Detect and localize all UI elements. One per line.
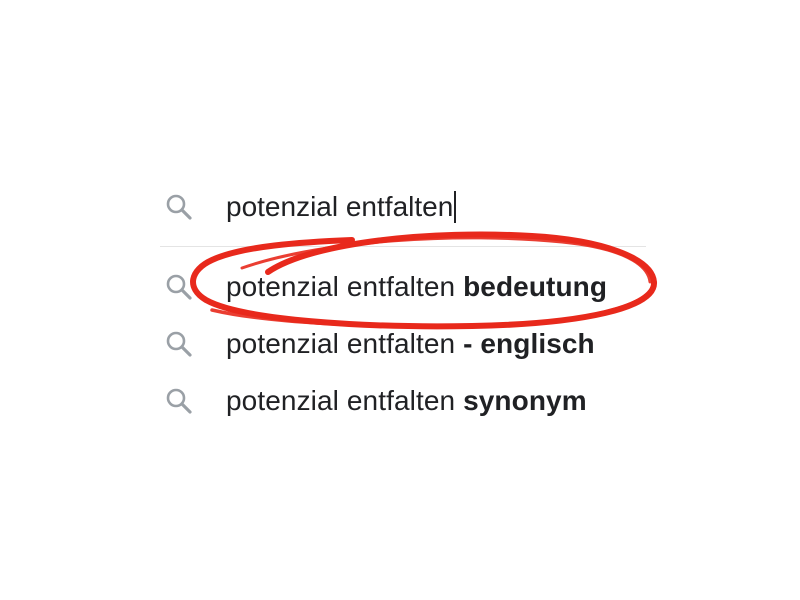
suggestion-item[interactable]: potenzial entfalten - englisch <box>160 319 648 369</box>
suggestion-prefix: potenzial entfalten <box>226 271 464 302</box>
suggestion-item[interactable]: potenzial entfalten synonym <box>160 376 648 426</box>
search-icon <box>164 272 194 302</box>
search-autocomplete: potenzial entfalten potenzial entfalten … <box>160 176 648 426</box>
suggestion-completion: - englisch <box>463 328 595 359</box>
suggestion-completion: bedeutung <box>463 271 608 302</box>
search-icon[interactable] <box>164 192 194 222</box>
suggestion-prefix: potenzial entfalten <box>226 328 464 359</box>
search-icon <box>164 329 194 359</box>
suggestion-completion: synonym <box>463 385 587 416</box>
search-input[interactable]: potenzial entfalten <box>226 189 457 225</box>
suggestion-text: potenzial entfalten - englisch <box>226 326 595 362</box>
suggestion-item[interactable]: potenzial entfalten bedeutung <box>160 262 648 312</box>
suggestion-text: potenzial entfalten bedeutung <box>226 269 607 305</box>
suggestion-text: potenzial entfalten synonym <box>226 383 587 419</box>
search-box[interactable]: potenzial entfalten <box>160 182 648 232</box>
suggestion-prefix: potenzial entfalten <box>226 385 464 416</box>
divider <box>160 246 646 247</box>
search-icon <box>164 386 194 416</box>
text-cursor <box>454 191 457 223</box>
search-query-text: potenzial entfalten <box>226 191 454 222</box>
